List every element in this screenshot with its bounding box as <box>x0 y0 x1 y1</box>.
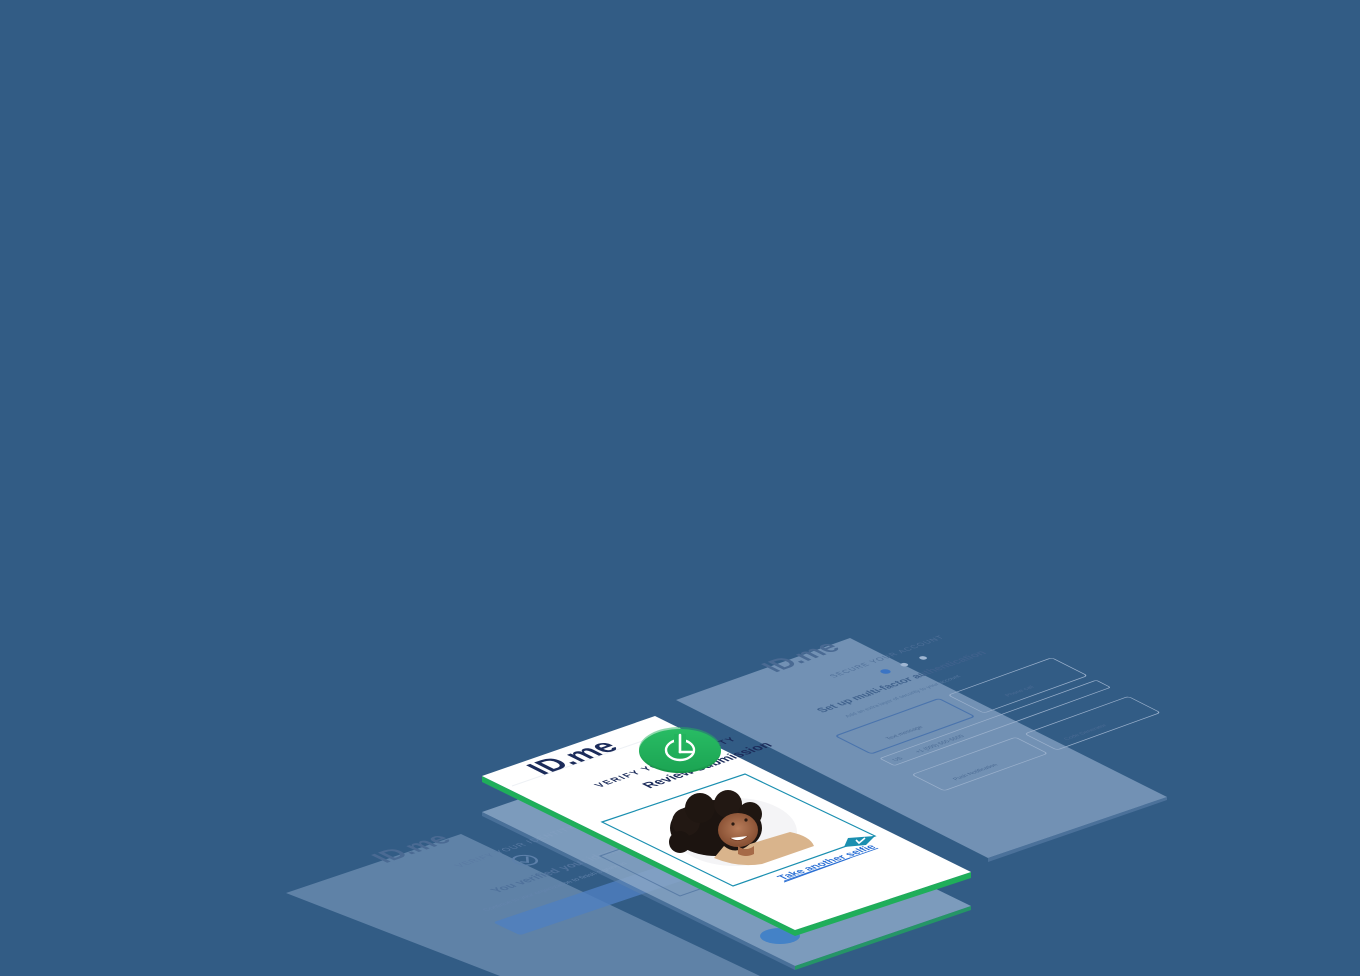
page-background: ID.me VERIFY YOUR IDENTITY You verified … <box>0 0 1360 976</box>
front-card: ID.me VERIFY YOUR IDENTITY Review submis… <box>482 716 971 936</box>
power-check-badge <box>639 727 721 773</box>
